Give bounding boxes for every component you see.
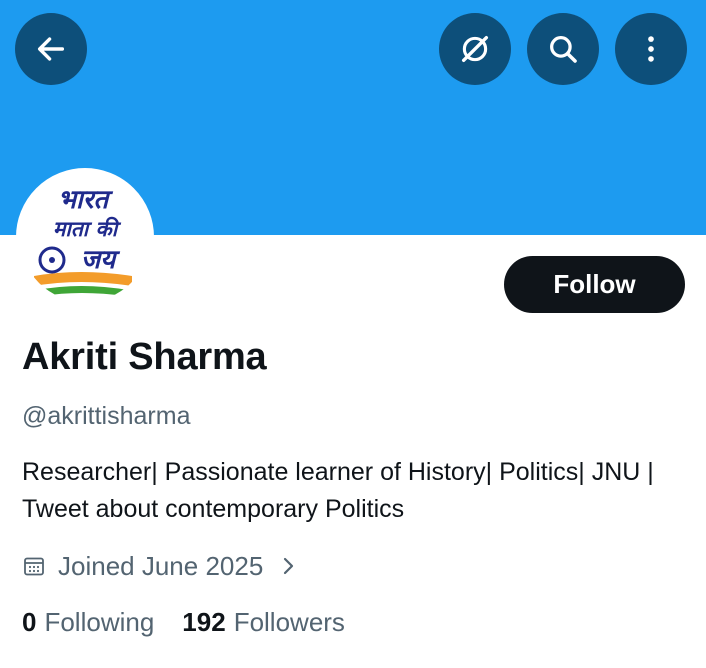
more-options-button[interactable] [615,13,687,85]
back-button[interactable] [15,13,87,85]
svg-text:भारत: भारत [58,185,114,215]
followers-link[interactable]: 192 Followers [182,607,345,638]
follow-button[interactable]: Follow [504,256,685,313]
profile-bio: Researcher| Passionate learner of Histor… [22,458,654,523]
following-count: 0 [22,606,37,637]
arrow-left-icon [37,37,65,61]
grok-slash-circle-icon [461,35,489,63]
profile-name: Akriti Sharma [22,336,267,378]
grok-button[interactable] [439,13,511,85]
follow-stats: 0 Following 192 Followers [22,604,345,640]
search-icon [550,36,577,63]
followers-count: 192 [182,606,226,637]
followers-label: Followers [233,606,345,637]
following-label: Following [44,606,155,637]
profile-avatar[interactable]: भारत माता की जय [16,168,154,306]
profile-handle: @akrittisharma [22,402,191,430]
joined-date-row[interactable]: Joined June 2025 [22,548,297,584]
chevron-right-icon [284,557,294,575]
following-link[interactable]: 0 Following [22,607,154,638]
svg-text:जय: जय [81,245,121,275]
calendar-icon [24,557,44,576]
bharat-mata-ki-jai-logo: भारत माता की जय [20,172,150,302]
joined-date-text: Joined June 2025 [58,550,264,581]
search-button[interactable] [527,13,599,85]
more-vertical-icon [648,36,654,62]
svg-text:माता की: माता की [53,216,122,241]
